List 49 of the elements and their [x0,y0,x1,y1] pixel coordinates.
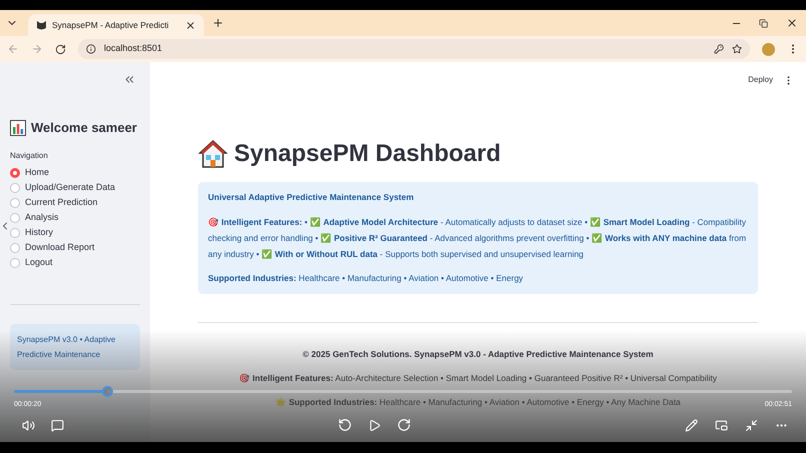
rewind-icon[interactable] [338,418,352,432]
pencil-icon[interactable] [685,418,698,432]
footer-industries-text: 🌟 Supported Industries: Healthcare • Manufacturing • Aviation • Automotive • Energy • Any Machine Data [275,396,681,406]
welcome-heading: Welcome sameer [31,119,137,137]
key-icon[interactable] [714,44,724,54]
close-icon[interactable] [185,20,196,30]
captions-icon[interactable] [51,418,64,432]
bar-chart-icon [10,120,26,136]
page-title: SynapsePM Dashboard [234,139,501,169]
deploy-button[interactable]: Deploy [748,74,773,86]
industries-text: Supported Industries: Healthcare • Manufacturing • Aviation • Automotive • Energy [208,272,524,284]
radio-button[interactable] [10,168,20,178]
nav-radio-option[interactable]: Current Prediction [10,196,140,208]
fast-forward-icon[interactable] [397,418,411,432]
address-field[interactable]: localhost:8501 [78,39,750,59]
radio-button[interactable] [10,182,20,192]
collapse-sidebar-icon[interactable] [123,73,136,86]
restore-icon[interactable] [759,18,768,28]
copyright-text: © 2025 GenTech Solutions. SynapsePM v3.0 - Adaptive Predictive Maintenance System [302,348,654,358]
info-heading: Universal Adaptive Predictive Maintenance System [208,191,415,204]
nav-radio-option[interactable]: Home [10,166,140,178]
radio-button[interactable] [10,228,20,238]
radio-button[interactable] [10,198,20,208]
picture-in-picture-icon[interactable] [715,418,728,432]
volume-icon[interactable] [22,418,35,432]
close-icon[interactable] [786,17,798,29]
tab-title: SynapsePM - Adaptive Predicti [52,18,170,32]
nav-radio-option[interactable]: Analysis [10,212,140,224]
info-icon [86,44,96,54]
nav-radio-option[interactable]: Upload/Generate Data [10,182,140,194]
play-icon[interactable] [368,418,381,432]
radio-button[interactable] [10,212,20,222]
navigation-label: Navigation [10,150,49,162]
footer-features-text: 🎯 Intelligent Features: Auto-Architecture Selection • Smart Model Loading • Guaranteed Positive R² • Universal Compatibility [239,372,717,382]
url-text: localhost:8501 [104,42,162,56]
exit-fullscreen-icon[interactable] [745,418,758,432]
cat-face-icon [36,20,47,30]
browser-tab[interactable]: SynapsePM - Adaptive Predicti [28,14,204,36]
reload-icon[interactable] [55,44,66,54]
features-paragraph: 🎯 Intelligent Features: • ✅ Adaptive Model Architecture - Automatically adjusts to dataset size • ✅ Smart Model Loading - Compatibility checking and error handling • ✅ Positive R² Guaranteed - Advanced algorithms prevent overfitting • ✅ Works with ANY machine data from any industry • ✅ With or Without RUL data - Supports both supervised and unsupervised learning [208,216,748,261]
new-tab-icon[interactable] [212,17,224,29]
radio-button[interactable] [10,242,20,252]
house-icon [198,139,228,169]
nav-radio-option[interactable]: History [10,226,140,238]
radio-button[interactable] [10,258,20,268]
sidebar-info-box: SynapsePM v3.0 • Adaptive Predictive Maintenance [10,324,140,370]
nav-radio-option[interactable]: Logout [10,256,140,268]
nav-radio-option[interactable]: Download Report [10,242,140,254]
bookmark-star-icon[interactable] [732,44,742,54]
